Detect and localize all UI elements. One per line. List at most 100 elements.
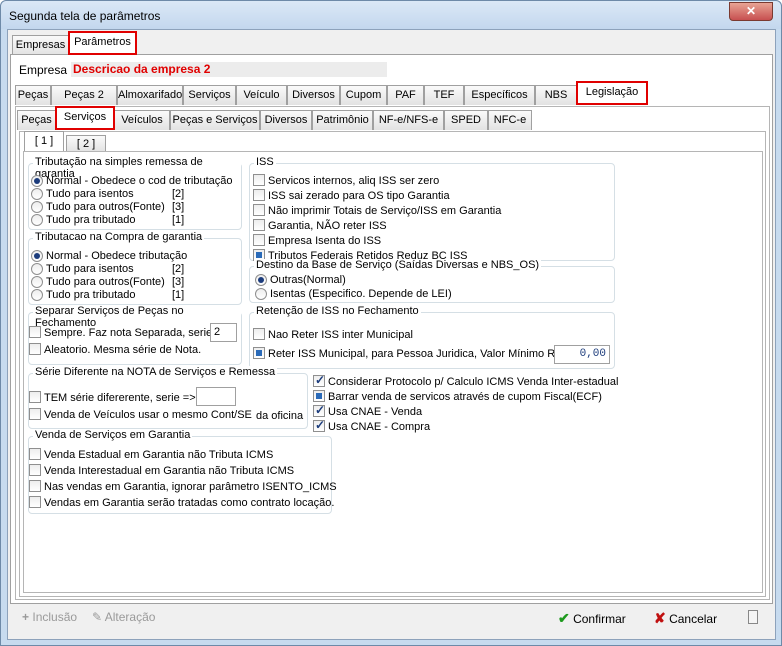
retencao-title: Retenção de ISS no Fechamento bbox=[254, 305, 421, 317]
trib-compra-title: Tributacao na Compra de garantia bbox=[33, 231, 205, 243]
edit-icon: ✎ bbox=[92, 610, 103, 624]
leg-tab-2[interactable]: Veículos bbox=[114, 110, 170, 130]
venda-veiculos-suffix: da oficina bbox=[256, 410, 304, 422]
trib_compra-radio-0[interactable] bbox=[31, 250, 43, 262]
iss-checkbox-4[interactable] bbox=[253, 234, 265, 246]
iss-label-2: Não imprimir Totais de Serviço/ISS em Ga… bbox=[268, 205, 502, 217]
leg-tab-6[interactable]: NF-e/NFS-e bbox=[373, 110, 444, 130]
param-tab-1[interactable]: Peças 2 bbox=[51, 85, 117, 105]
venda-garantia-checkbox-0[interactable] bbox=[29, 448, 41, 460]
tem-serie-checkbox[interactable] bbox=[29, 391, 41, 403]
cancelar-button[interactable]: ✘ Cancelar bbox=[654, 610, 717, 627]
param-tab-10[interactable]: NBS bbox=[535, 85, 577, 105]
separar-serie-input[interactable]: 2 bbox=[210, 323, 237, 342]
venda-garantia-label-2: Nas vendas em Garantia, ignorar parâmetr… bbox=[44, 481, 337, 493]
venda-garantia-title: Venda de Serviços em Garantia bbox=[33, 429, 193, 441]
separar-aleatorio-checkbox[interactable] bbox=[29, 343, 41, 355]
alteracao-button[interactable]: ✎ Alteração bbox=[92, 610, 155, 624]
param-tab-11[interactable]: Legislação bbox=[576, 81, 648, 105]
param-tab-4[interactable]: Veículo bbox=[236, 85, 287, 105]
leg-tab-5[interactable]: Patrimônio bbox=[312, 110, 373, 130]
param-tab-8[interactable]: TEF bbox=[424, 85, 464, 105]
trib_compra-radio-2[interactable] bbox=[31, 276, 43, 288]
cnae-compra-checkbox[interactable] bbox=[313, 418, 325, 432]
iss-checkbox-2[interactable] bbox=[253, 204, 265, 216]
param-tab-3[interactable]: Serviços bbox=[183, 85, 236, 105]
destino-isentas-label: Isentas (Especifico. Depende de LEI) bbox=[270, 288, 452, 300]
param-tab-2[interactable]: Almoxarifado bbox=[117, 85, 183, 105]
leg-tab-1[interactable]: Serviços bbox=[55, 106, 115, 130]
iss-label-3: Garantia, NÃO reter ISS bbox=[268, 220, 387, 232]
confirmar-button[interactable]: ✔ Confirmar bbox=[558, 610, 626, 627]
param-tab-6[interactable]: Cupom bbox=[340, 85, 387, 105]
trib_simples-radio-3[interactable] bbox=[31, 214, 43, 226]
nao-reter-iss-checkbox[interactable] bbox=[253, 328, 265, 340]
venda-veiculos-label: Venda de Veículos usar o mesmo Cont/SE bbox=[44, 409, 252, 421]
serie-dif-input[interactable] bbox=[196, 387, 236, 406]
serie-dif-title: Série Diferente na NOTA de Serviços e Re… bbox=[33, 366, 278, 378]
trib_simples-code-3: [1] bbox=[172, 214, 185, 226]
check-icon: ✔ bbox=[558, 610, 570, 626]
cancelar-label: Cancelar bbox=[669, 612, 718, 626]
iss-label-1: ISS sai zerado para OS tipo Garantia bbox=[268, 190, 450, 202]
valor-minimo-input[interactable]: 0,00 bbox=[554, 345, 610, 364]
tab-page-2[interactable]: [ 2 ] bbox=[66, 135, 106, 152]
leg-tab-0[interactable]: Peças bbox=[17, 110, 56, 130]
cnae-compra-label: Usa CNAE - Compra bbox=[328, 421, 431, 433]
trib_compra-radio-3[interactable] bbox=[31, 289, 43, 301]
param-tab-7[interactable]: PAF bbox=[387, 85, 424, 105]
iss-checkbox-0[interactable] bbox=[253, 174, 265, 186]
cross-icon: ✘ bbox=[654, 610, 666, 626]
venda-garantia-label-1: Venda Interestadual em Garantia não Trib… bbox=[44, 465, 295, 477]
destino-isentas-radio[interactable] bbox=[255, 288, 267, 300]
dialog-client: Empresas Parâmetros Empresa Descricao da… bbox=[7, 29, 776, 640]
parametros-panel: Empresa Descricao da empresa 2 Peças Peça… bbox=[10, 54, 773, 604]
separar-sempre-label: Sempre. Faz nota Separada, serie: bbox=[44, 327, 216, 339]
venda-garantia-checkbox-3[interactable] bbox=[29, 496, 41, 508]
venda-veiculos-checkbox[interactable] bbox=[29, 408, 41, 420]
close-button[interactable]: ✕ bbox=[729, 2, 773, 21]
separar-sempre-checkbox[interactable] bbox=[29, 326, 41, 338]
destino-outras-radio[interactable] bbox=[255, 274, 267, 286]
param-tab-0[interactable]: Peças bbox=[15, 85, 51, 105]
leg-tab-8[interactable]: NFC-e bbox=[488, 110, 532, 130]
tab-page-1[interactable]: [ 1 ] bbox=[24, 131, 64, 151]
destino-outras-label: Outras(Normal) bbox=[270, 274, 346, 286]
trib_simples-radio-0[interactable] bbox=[31, 175, 43, 187]
destino-title: Destino da Base de Serviço (Saídas Diver… bbox=[254, 259, 542, 271]
barrar-venda-label: Barrar venda de servicos através de cupo… bbox=[328, 391, 602, 403]
exit-door-icon[interactable] bbox=[748, 610, 758, 624]
leg-tab-7[interactable]: SPED bbox=[444, 110, 488, 130]
confirmar-label: Confirmar bbox=[573, 612, 626, 626]
iss-checkbox-3[interactable] bbox=[253, 219, 265, 231]
considerar-protocolo-checkbox[interactable] bbox=[313, 373, 325, 387]
tem-serie-label: TEM série difererente, serie => bbox=[44, 392, 196, 404]
barrar-venda-checkbox[interactable] bbox=[313, 390, 325, 402]
tab-empresas[interactable]: Empresas bbox=[12, 35, 69, 55]
page-1-content: Tributação na simples remessa de garanti… bbox=[23, 151, 763, 593]
reter-iss-label: Reter ISS Municipal, para Pessoa Juridic… bbox=[268, 348, 562, 360]
iss-label-0: Servicos internos, aliq ISS ser zero bbox=[268, 175, 440, 187]
inclusao-label: Inclusão bbox=[32, 610, 78, 624]
reter-iss-checkbox[interactable] bbox=[253, 347, 265, 359]
alteracao-label: Alteração bbox=[104, 610, 156, 624]
param-tab-9[interactable]: Específicos bbox=[464, 85, 535, 105]
tab-parametros[interactable]: Parâmetros bbox=[68, 31, 137, 55]
cnae-venda-checkbox[interactable] bbox=[313, 403, 325, 417]
venda-garantia-checkbox-1[interactable] bbox=[29, 464, 41, 476]
leg-tab-3[interactable]: Peças e Serviços bbox=[170, 110, 260, 130]
trib_simples-radio-1[interactable] bbox=[31, 188, 43, 200]
iss-checkbox-1[interactable] bbox=[253, 189, 265, 201]
company-field: Descricao da empresa 2 bbox=[71, 62, 387, 77]
leg-tab-4[interactable]: Diversos bbox=[260, 110, 312, 130]
venda-garantia-label-0: Venda Estadual em Garantia não Tributa I… bbox=[44, 449, 274, 461]
inclusao-button[interactable]: + Inclusão bbox=[22, 610, 77, 624]
company-label: Empresa bbox=[19, 63, 68, 77]
trib_compra-radio-1[interactable] bbox=[31, 263, 43, 275]
venda-garantia-label-3: Vendas em Garantia serão tratadas como c… bbox=[44, 497, 335, 509]
trib_simples-radio-2[interactable] bbox=[31, 201, 43, 213]
param-tab-5[interactable]: Diversos bbox=[287, 85, 340, 105]
considerar-protocolo-label: Considerar Protocolo p/ Calculo ICMS Ven… bbox=[328, 376, 619, 388]
title-bar[interactable]: Segunda tela de parâmetros ✕ bbox=[1, 1, 781, 29]
venda-garantia-checkbox-2[interactable] bbox=[29, 480, 41, 492]
